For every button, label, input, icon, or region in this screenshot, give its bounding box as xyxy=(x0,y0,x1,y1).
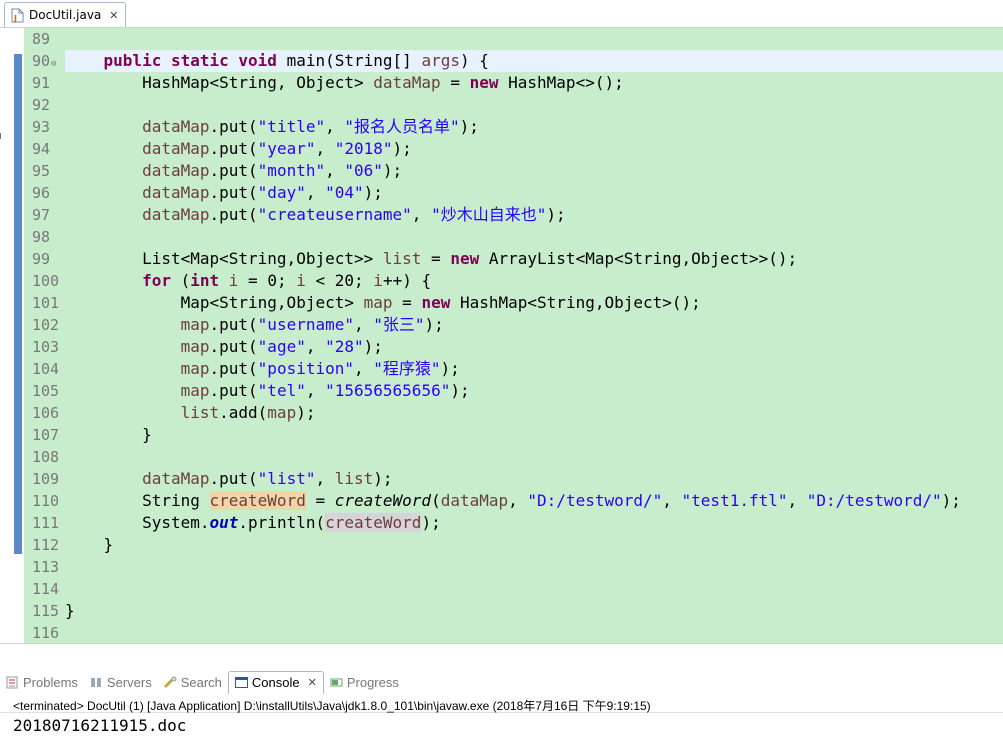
line-number: 113 xyxy=(32,558,60,576)
line-number: 110 xyxy=(32,492,60,510)
tab-search[interactable]: Search xyxy=(158,671,228,693)
tab-problems[interactable]: Problems xyxy=(0,671,84,693)
line-number: 105 xyxy=(32,382,60,400)
editor-tab-label: DocUtil.java xyxy=(29,8,102,22)
console-status-line: <terminated> DocUtil (1) [Java Applicati… xyxy=(13,699,651,713)
change-marker[interactable] xyxy=(14,54,22,122)
search-icon xyxy=(163,676,177,689)
line-number: 112 xyxy=(32,536,60,554)
line-number: 111 xyxy=(32,514,60,532)
line-number: 114 xyxy=(32,580,60,598)
tab-label: Search xyxy=(180,674,222,690)
tab-console[interactable]: Console ✕ xyxy=(227,670,324,694)
console-output[interactable]: 20180716211915.doc xyxy=(13,716,186,735)
code-line[interactable]: list.add(map); xyxy=(65,402,316,424)
view-tab-bar: Problems Servers Search Console ✕ Progre… xyxy=(0,670,405,694)
code-line[interactable]: map.put("tel", "15656565656"); xyxy=(65,380,470,402)
code-line[interactable]: dataMap.put("title", "报名人员名单"); xyxy=(65,116,479,138)
code-line[interactable]: String createWord = createWord(dataMap, … xyxy=(65,490,961,512)
line-number: 94 xyxy=(32,140,51,158)
line-number: 95 xyxy=(32,162,51,180)
code-line[interactable]: HashMap<String, Object> dataMap = new Ha… xyxy=(65,72,624,94)
editor-tab-bar: J DocUtil.java ✕ xyxy=(0,0,1003,28)
code-area[interactable]: public static void main(String[] args) {… xyxy=(65,28,1003,643)
problems-icon xyxy=(6,676,19,689)
line-number: 97 xyxy=(32,206,51,224)
console-icon xyxy=(234,676,248,689)
svg-text:J: J xyxy=(13,14,17,23)
close-icon[interactable]: ✕ xyxy=(308,676,317,689)
fold-icon[interactable]: ⊖ xyxy=(51,59,56,69)
left-margin xyxy=(0,28,12,643)
line-number: 108 xyxy=(32,448,60,466)
code-line[interactable]: map.put("age", "28"); xyxy=(65,336,383,358)
line-number: 104 xyxy=(32,360,60,378)
code-line[interactable]: } xyxy=(65,424,152,446)
code-line[interactable]: List<Map<String,Object>> list = new Arra… xyxy=(65,248,797,270)
code-line[interactable]: } xyxy=(65,534,114,556)
line-number: 101 xyxy=(32,294,60,312)
line-number: 107 xyxy=(32,426,60,444)
line-number: 91 xyxy=(32,74,51,92)
code-line[interactable]: dataMap.put("createusername", "炒木山自来也"); xyxy=(65,204,566,226)
code-line[interactable]: dataMap.put("year", "2018"); xyxy=(65,138,412,160)
line-number: 103 xyxy=(32,338,60,356)
tab-label: Console xyxy=(251,675,300,690)
code-editor[interactable]: 89 90⊖ 91 92 93 94 95 96 97 98 99 100 101 102 103 104 10… xyxy=(0,28,1003,643)
tab-label: Progress xyxy=(346,674,399,690)
editor-tab-docutil[interactable]: J DocUtil.java ✕ xyxy=(4,2,126,27)
line-number: 116 xyxy=(32,624,60,642)
line-number-gutter: 89 90⊖ 91 92 93 94 95 96 97 98 99 100 101 102 103 104 10… xyxy=(24,28,64,643)
change-marker[interactable] xyxy=(14,120,22,554)
tab-progress[interactable]: Progress xyxy=(324,671,405,693)
code-line[interactable]: dataMap.put("day", "04"); xyxy=(65,182,383,204)
servers-icon xyxy=(90,676,103,689)
tab-label: Problems xyxy=(23,674,78,690)
line-number: 106 xyxy=(32,404,60,422)
progress-icon xyxy=(330,676,343,689)
tab-servers[interactable]: Servers xyxy=(84,671,158,693)
line-number: 109 xyxy=(32,470,60,488)
line-number: 93 xyxy=(32,118,51,136)
code-line[interactable]: map.put("username", "张三"); xyxy=(65,314,444,336)
code-line[interactable]: dataMap.put("month", "06"); xyxy=(65,160,402,182)
line-number: 98 xyxy=(32,228,51,246)
code-line[interactable]: map.put("position", "程序猿"); xyxy=(65,358,460,380)
line-number: 99 xyxy=(32,250,51,268)
line-number: 115 xyxy=(32,602,60,620)
code-line[interactable]: public static void main(String[] args) { xyxy=(65,50,489,72)
line-number: 100 xyxy=(32,272,60,290)
code-line[interactable]: dataMap.put("list", list); xyxy=(65,468,392,490)
code-line[interactable]: System.out.println(createWord); xyxy=(65,512,441,534)
code-line[interactable]: Map<String,Object> map = new HashMap<Str… xyxy=(65,292,701,314)
line-number: 96 xyxy=(32,184,51,202)
java-file-icon: J xyxy=(11,8,24,23)
code-line[interactable]: } xyxy=(65,600,75,622)
line-number: 90⊖ xyxy=(32,52,57,70)
line-number: 102 xyxy=(32,316,60,334)
line-number: 89 xyxy=(32,30,51,48)
code-line[interactable]: for (int i = 0; i < 20; i++) { xyxy=(65,270,431,292)
line-number: 92 xyxy=(32,96,51,114)
tab-label: Servers xyxy=(106,674,152,690)
close-icon[interactable]: ✕ xyxy=(109,9,118,22)
bottom-views-panel: Problems Servers Search Console ✕ Progre… xyxy=(0,643,1003,746)
